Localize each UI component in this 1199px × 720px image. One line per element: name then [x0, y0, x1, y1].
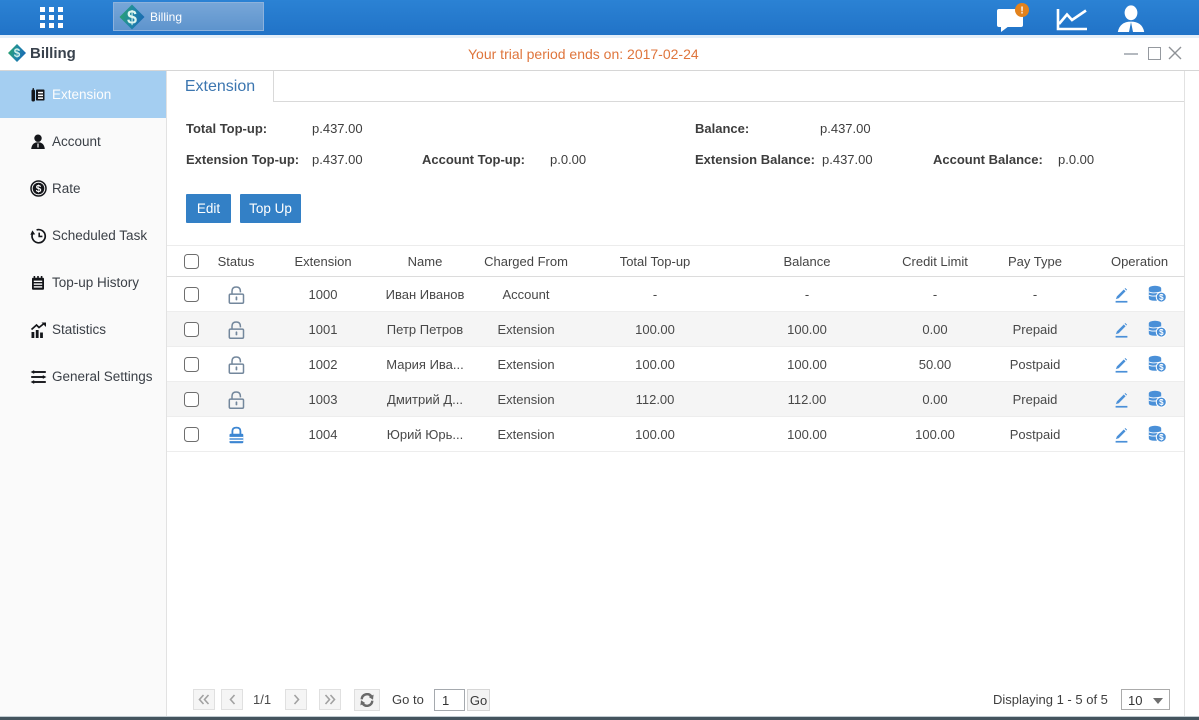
svg-text:$: $ — [1159, 363, 1164, 372]
svg-text:$: $ — [1159, 433, 1164, 442]
svg-text:$: $ — [1159, 328, 1164, 337]
svg-text:!: ! — [1020, 6, 1023, 17]
svg-text:$: $ — [36, 184, 42, 195]
svg-text:$: $ — [14, 47, 21, 60]
svg-text:$: $ — [1159, 293, 1164, 302]
svg-text:$: $ — [127, 7, 137, 27]
svg-text:$: $ — [1159, 398, 1164, 407]
